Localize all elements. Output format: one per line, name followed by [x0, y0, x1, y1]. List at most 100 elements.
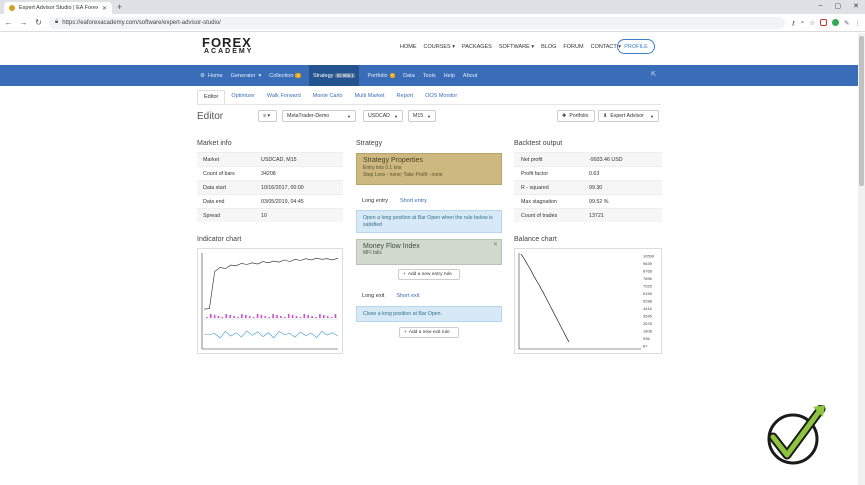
maximize-icon[interactable]: ▢: [835, 2, 842, 10]
url-bar[interactable]: 🔒︎ https://eaforexacademy.com/software/e…: [49, 16, 785, 29]
volume-bar: [334, 314, 337, 318]
new-tab-icon[interactable]: +: [117, 2, 122, 12]
volume-bar: [323, 315, 325, 318]
mfi-line: [203, 330, 339, 339]
market-info-key: Data start: [203, 184, 226, 191]
editor-menu-button[interactable]: ≡ ▾: [258, 110, 277, 122]
tab-title: Expert Advisor Studio | EA Forex: [19, 5, 98, 11]
tab-long-entry[interactable]: Long entry: [356, 198, 388, 204]
balance-y-tick-label: 3545: [643, 314, 653, 319]
key-icon[interactable]: ⚷: [791, 19, 796, 27]
reload-icon[interactable]: ↻: [34, 18, 43, 27]
market-info-value: USDCAD, M15: [261, 156, 297, 163]
profile-button[interactable]: PROFILE: [617, 39, 655, 54]
nav-packages[interactable]: PACKAGES: [462, 44, 492, 50]
table-row: Data start 10/16/2017, 00:00: [197, 180, 343, 194]
balance-y-tick-label: 5288: [643, 299, 653, 304]
add-entry-rule-button[interactable]: + Add a new entry rule: [398, 269, 460, 280]
nav-home[interactable]: HOME: [400, 44, 417, 50]
add-exit-rule-button[interactable]: + Add a new exit rule: [399, 327, 459, 338]
extension-icon[interactable]: ✎: [844, 19, 849, 27]
close-tab-icon[interactable]: ✕: [102, 5, 107, 12]
volume-bar: [330, 317, 333, 318]
back-icon[interactable]: ←: [4, 18, 13, 27]
app-nav-tools[interactable]: Tools: [423, 73, 436, 79]
period-select[interactable]: M15 ▼: [408, 110, 436, 122]
backtest-key: R - squared: [521, 184, 549, 191]
browser-menu-icon[interactable]: ⋮: [855, 19, 862, 27]
tab-long-exit[interactable]: Long exit: [356, 293, 384, 299]
backtest-output-table: Net profit -9933.46 USD Profit factor 0.63…: [514, 152, 662, 222]
app-nav-portfolio[interactable]: Portfolio 0: [367, 72, 396, 79]
table-row: Profit factor 0.63: [514, 166, 662, 180]
app-nav-data[interactable]: Data: [403, 73, 415, 79]
entry-side-tabs: Long entry Short entry: [356, 195, 427, 207]
money-flow-index-block[interactable]: Money Flow Index MFI falls ✕: [356, 239, 502, 265]
app-nav-strategy[interactable]: Strategy ID 955.1: [308, 65, 360, 86]
table-row: Net profit -9933.46 USD: [514, 152, 662, 166]
nav-software[interactable]: SOFTWARE ▾: [499, 44, 534, 50]
balance-y-tick-label: 10590: [643, 254, 655, 259]
close-icon[interactable]: ✕: [493, 241, 498, 248]
table-row: Market USDCAD, M15: [197, 152, 343, 166]
volume-bar: [295, 316, 298, 318]
tab-report[interactable]: Report: [391, 90, 420, 104]
checkmark-logo-icon: [767, 405, 826, 465]
portfolio-count-badge: 0: [389, 72, 396, 78]
volume-bar: [307, 315, 309, 318]
nav-forum[interactable]: FORUM: [563, 44, 583, 50]
strategy-properties-block[interactable]: Strategy Properties Entry lots 0.1 lots …: [356, 153, 502, 185]
tab-multi-market[interactable]: Multi Market: [349, 90, 391, 104]
nav-courses[interactable]: COURSES ▾: [424, 44, 456, 50]
exit-info-box: Close a long position at Bar Open.: [356, 306, 502, 322]
tab-optimizer[interactable]: Optimizer: [225, 90, 261, 104]
backtest-value: 0.63: [589, 170, 600, 177]
tab-short-entry[interactable]: Short entry: [400, 198, 427, 204]
volume-bar: [264, 316, 267, 318]
pin-icon[interactable]: ⇱: [651, 71, 656, 78]
extension-red-icon[interactable]: [820, 19, 828, 26]
expert-advisor-button[interactable]: ⬇ Expert Advisor ▼: [598, 110, 659, 122]
app-nav-home[interactable]: ⚙ Home: [200, 73, 223, 79]
star-icon[interactable]: ☆: [809, 19, 815, 27]
minimize-icon[interactable]: –: [819, 2, 823, 10]
forex-academy-logo[interactable]: FOREX ACADEMY: [202, 36, 253, 56]
market-info-value: 10/16/2017, 00:00: [261, 184, 304, 191]
scrollbar-thumb[interactable]: [859, 36, 864, 186]
caret-down-icon: ▼: [650, 113, 654, 119]
symbol-select[interactable]: USDCAD ▼: [363, 110, 403, 122]
volume-bar: [221, 317, 224, 318]
volume-bar: [237, 317, 239, 318]
page-scrollbar[interactable]: [858, 33, 865, 485]
volume-bar: [303, 314, 306, 318]
volume-bar: [256, 314, 259, 318]
app-nav-generator[interactable]: Generator ▾: [231, 73, 262, 79]
close-window-icon[interactable]: ✕: [853, 2, 859, 10]
tab-walk-forward[interactable]: Walk Forward: [261, 90, 307, 104]
forward-icon[interactable]: →: [19, 18, 28, 27]
balance-chart-title: Balance chart: [514, 236, 557, 243]
app-nav-help[interactable]: Help: [444, 73, 455, 79]
indicator-block-title: Money Flow Index: [363, 243, 420, 250]
extensions-area: ⚷ ⌕ ☆ ✎ ⋮: [791, 19, 861, 27]
tab-editor[interactable]: Editor: [197, 90, 226, 104]
app-nav-collection[interactable]: Collection 0: [269, 72, 301, 79]
browser-tab[interactable]: Expert Advisor Studio | EA Forex ✕: [4, 2, 112, 14]
app-nav-about[interactable]: About: [463, 73, 477, 79]
tab-oos-monitor[interactable]: OOS Monitor: [419, 90, 463, 104]
portfolio-button[interactable]: ✚ Portfolio: [557, 110, 595, 122]
chevron-down-icon: ▼: [394, 113, 398, 119]
zoom-icon[interactable]: ⌕: [801, 19, 805, 27]
broker-select[interactable]: MetaTrader-Demo ▼: [282, 110, 356, 122]
extension-green-icon[interactable]: [832, 19, 840, 26]
market-info-key: Spread: [203, 212, 221, 219]
table-row: R - squared 99.30: [514, 180, 662, 194]
balance-chart: 10590 9639 8768 7896 7025 6159 5288 4416 3545 267…: [514, 248, 662, 354]
favicon-icon: [9, 5, 15, 11]
tab-monte-carlo[interactable]: Monte Carlo: [307, 90, 349, 104]
tab-short-exit[interactable]: Short exit: [396, 293, 419, 299]
plus-icon: +: [404, 330, 407, 335]
nav-blog[interactable]: BLOG: [541, 44, 556, 50]
app-nav-home-label: Home: [208, 72, 223, 79]
balance-y-tick-label: 6159: [643, 291, 653, 296]
